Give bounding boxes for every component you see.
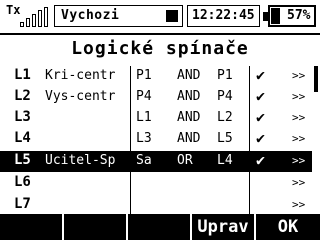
battery-percent: 57% [287, 8, 311, 23]
operand-b: P1 [217, 68, 233, 83]
list-item[interactable]: L1 Kri-centr P1 AND P1 ✔ >> [0, 66, 312, 87]
check-icon: ✔ [256, 151, 266, 169]
status-bar: Tx Vychozi 12:22:45 57% [0, 0, 320, 33]
battery-fill [271, 8, 280, 24]
battery-icon: 57% [268, 5, 316, 27]
clock-box: 12:22:45 [187, 5, 260, 27]
list-scrollbar[interactable] [314, 66, 318, 214]
list-item[interactable]: L3 L1 AND L2 ✔ >> [0, 108, 312, 129]
more-arrow-icon[interactable]: >> [292, 176, 305, 189]
operator: AND [177, 68, 201, 83]
status-square-icon [166, 10, 178, 22]
signal-bar [32, 14, 36, 27]
tx-label: Tx [6, 3, 21, 17]
battery-indicator: 57% [263, 5, 318, 27]
logic-switch-list: L1 Kri-centr P1 AND P1 ✔ >> L2 Vys-centr… [0, 66, 312, 214]
signal-bar [38, 10, 42, 27]
operand-b: L2 [217, 110, 233, 125]
model-name-box: Vychozi [54, 5, 183, 27]
operand-b: P4 [217, 89, 233, 104]
more-arrow-icon[interactable]: >> [292, 90, 305, 103]
more-arrow-icon[interactable]: >> [292, 69, 305, 82]
column-divider [130, 66, 131, 214]
switch-name: Kri-centr [45, 68, 116, 83]
more-arrow-icon[interactable]: >> [292, 132, 305, 145]
fkey-2-button[interactable] [64, 214, 126, 240]
list-item[interactable]: L7 >> [0, 195, 312, 214]
operator: AND [177, 89, 201, 104]
check-icon: ✔ [256, 108, 266, 126]
tx-signal-indicator: Tx [2, 3, 52, 29]
fkey-1-button[interactable] [0, 214, 62, 240]
check-icon: ✔ [256, 129, 266, 147]
operand-b: L4 [217, 153, 233, 168]
signal-bars-icon [20, 7, 50, 27]
operator: OR [177, 153, 193, 168]
switch-id: L5 [14, 152, 31, 168]
operator: AND [177, 131, 201, 146]
signal-bar [26, 18, 30, 27]
more-arrow-icon[interactable]: >> [292, 154, 305, 167]
operator: AND [177, 110, 201, 125]
header-divider [0, 33, 320, 35]
switch-name: Vys-centr [45, 89, 116, 104]
operand-a: L3 [136, 131, 152, 146]
clock-time: 12:22:45 [192, 8, 255, 23]
list-item[interactable]: L4 L3 AND L5 ✔ >> [0, 129, 312, 150]
check-icon: ✔ [256, 66, 266, 84]
operand-a: P1 [136, 68, 152, 83]
edit-button[interactable]: Uprav [192, 214, 254, 240]
signal-bar [44, 7, 48, 27]
switch-id: L7 [14, 196, 31, 212]
switch-id: L2 [14, 88, 31, 104]
switch-name: Ucitel-Sp [45, 153, 116, 168]
switch-id: L4 [14, 130, 31, 146]
switch-id: L3 [14, 109, 31, 125]
operand-b: L5 [217, 131, 233, 146]
list-item[interactable]: L2 Vys-centr P4 AND P4 ✔ >> [0, 87, 312, 108]
operand-a: Sa [136, 153, 152, 168]
fkey-3-button[interactable] [128, 214, 190, 240]
operand-a: L1 [136, 110, 152, 125]
scrollbar-thumb[interactable] [314, 66, 318, 92]
signal-bar [20, 22, 24, 27]
more-arrow-icon[interactable]: >> [292, 111, 305, 124]
ok-button[interactable]: OK [256, 214, 320, 240]
list-item-selected[interactable]: L5 Ucitel-Sp Sa OR L4 ✔ >> [0, 151, 312, 172]
switch-id: L1 [14, 67, 31, 83]
more-arrow-icon[interactable]: >> [292, 198, 305, 211]
check-icon: ✔ [256, 87, 266, 105]
column-divider [249, 66, 250, 214]
operand-a: P4 [136, 89, 152, 104]
list-item[interactable]: L6 >> [0, 173, 312, 194]
switch-id: L6 [14, 174, 31, 190]
function-key-bar: Uprav OK [0, 214, 320, 240]
page-title: Logické spínače [71, 38, 249, 59]
model-name: Vychozi [61, 8, 120, 23]
